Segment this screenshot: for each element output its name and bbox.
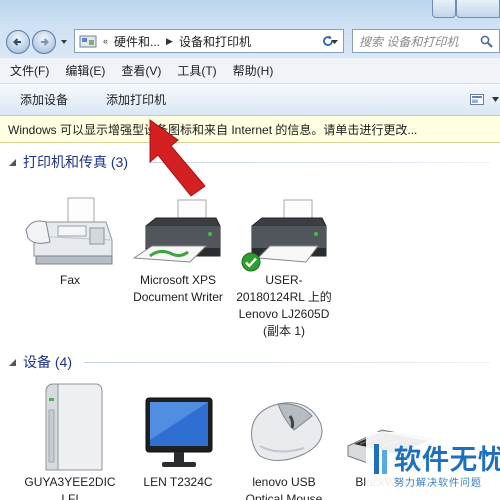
group-header-printers[interactable]: 打印机和传真 (3) xyxy=(8,152,128,172)
back-arrow-icon xyxy=(13,38,21,46)
add-printer-button[interactable]: 添加打印机 xyxy=(106,91,166,108)
breadcrumb-separator-icon[interactable]: ▶ xyxy=(166,36,173,47)
device-item-computer[interactable]: GUYA3YEE2DICLFI xyxy=(22,380,118,500)
menu-edit[interactable]: 编辑(E) xyxy=(65,62,105,79)
forward-arrow-icon xyxy=(41,38,49,46)
search-icon[interactable] xyxy=(480,35,493,48)
group-divider xyxy=(150,162,490,163)
group-title-printers: 打印机和传真 (3) xyxy=(23,154,128,170)
view-dropdown-icon[interactable] xyxy=(492,97,499,103)
info-bar-text: Windows 可以显示增强型设备图标和来自 Internet 的信息。请单击进… xyxy=(8,122,418,137)
refresh-icon xyxy=(323,35,333,46)
device-item-fax[interactable]: Fax xyxy=(22,196,118,289)
device-item-xps-writer[interactable]: Microsoft XPS Document Writer xyxy=(130,196,226,306)
device-label: GUYA3YEE2DICLFI xyxy=(24,475,116,500)
collapse-triangle-icon[interactable] xyxy=(8,358,17,367)
watermark-title: 软件无忧 xyxy=(394,445,500,476)
printer-icon xyxy=(132,199,221,263)
default-printer-check-icon xyxy=(241,252,261,272)
device-item-lenovo-printer[interactable]: USER-20180124RL 上的 Lenovo LJ2605D (副本 1) xyxy=(236,196,332,340)
back-button[interactable] xyxy=(6,30,30,54)
title-bar: « 硬件和... ▶ 设备和打印机 搜索 设备和打印机 xyxy=(0,0,500,58)
computer-tower-icon xyxy=(45,383,103,471)
watermark-logo: 软件无忧 努力解决软件问题 xyxy=(366,432,500,500)
search-placeholder: 搜索 设备和打印机 xyxy=(359,34,459,49)
group-divider xyxy=(84,362,490,363)
menu-tools[interactable]: 工具(T) xyxy=(177,62,216,79)
menu-help[interactable]: 帮助(H) xyxy=(233,62,274,79)
fax-icon xyxy=(25,197,113,265)
recent-pages-dropdown-icon[interactable] xyxy=(60,38,68,46)
maximize-button[interactable] xyxy=(456,0,500,18)
watermark-subtitle: 努力解决软件问题 xyxy=(394,478,482,489)
mouse-icon xyxy=(251,402,323,461)
device-label: lenovo USB Optical Mouse xyxy=(245,475,323,500)
device-label: LEN T2324C xyxy=(143,475,213,489)
menu-view[interactable]: 查看(V) xyxy=(121,62,161,79)
breadcrumb-overflow[interactable]: « xyxy=(103,36,108,46)
command-bar: 添加设备 添加打印机 xyxy=(0,84,500,116)
breadcrumb-hardware[interactable]: 硬件和... xyxy=(114,33,160,50)
device-label: Fax xyxy=(59,273,80,287)
add-device-button[interactable]: 添加设备 xyxy=(20,91,68,108)
collapse-triangle-icon[interactable] xyxy=(8,158,17,167)
forward-button[interactable] xyxy=(32,30,56,54)
device-label: Microsoft XPS Document Writer xyxy=(133,273,223,304)
control-panel-icon xyxy=(79,35,97,48)
change-view-icon[interactable] xyxy=(470,94,484,105)
refresh-button[interactable] xyxy=(318,32,338,50)
device-item-monitor[interactable]: LEN T2324C xyxy=(130,380,226,491)
watermark-logo-icon xyxy=(374,444,387,474)
breadcrumb-devices-printers[interactable]: 设备和打印机 xyxy=(179,33,251,50)
search-box[interactable]: 搜索 设备和打印机 xyxy=(352,29,500,53)
menu-bar: 文件(F) 编辑(E) 查看(V) 工具(T) 帮助(H) xyxy=(0,58,500,84)
info-bar[interactable]: Windows 可以显示增强型设备图标和来自 Internet 的信息。请单击进… xyxy=(0,116,500,143)
device-label: USER-20180124RL 上的 Lenovo LJ2605D (副本 1) xyxy=(236,273,332,338)
minimize-button[interactable] xyxy=(432,0,456,18)
group-title-devices: 设备 (4) xyxy=(23,354,72,370)
monitor-icon xyxy=(145,397,213,467)
menu-file[interactable]: 文件(F) xyxy=(10,62,49,79)
group-header-devices[interactable]: 设备 (4) xyxy=(8,352,72,372)
address-bar[interactable]: « 硬件和... ▶ 设备和打印机 xyxy=(74,29,344,53)
device-item-mouse[interactable]: lenovo USB Optical Mouse xyxy=(236,380,332,500)
